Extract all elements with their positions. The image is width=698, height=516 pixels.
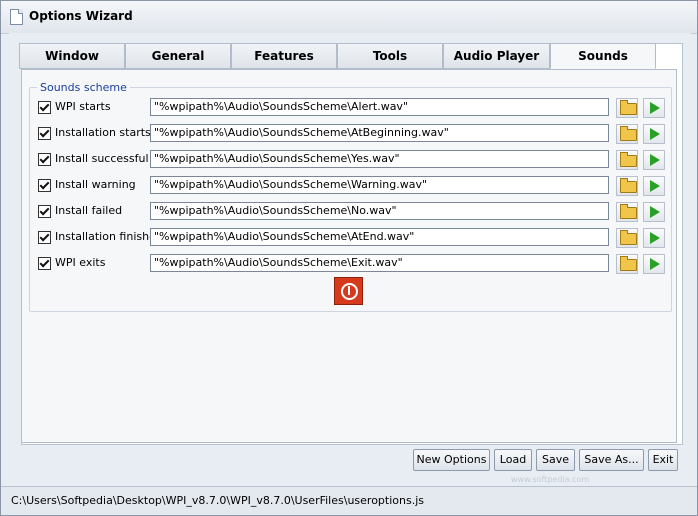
wpi-exits-label: WPI exits xyxy=(55,256,106,269)
installation-finished-label: Installation finished xyxy=(55,230,163,243)
softpedia-watermark: www.softpedia.com xyxy=(511,475,590,484)
window-title: Options Wizard xyxy=(29,9,133,23)
installation-starts-play-button[interactable] xyxy=(643,124,665,144)
wpi-starts-play-button[interactable] xyxy=(643,98,665,118)
status-file-path: C:\Users\Softpedia\Desktop\WPI_v8.7.0\WP… xyxy=(11,494,424,507)
tab-audio-player[interactable]: Audio Player xyxy=(443,43,550,69)
installation-starts-browse-button[interactable] xyxy=(616,124,638,144)
install-successful-label: Install successful xyxy=(55,152,149,165)
play-icon xyxy=(650,128,660,140)
installation-starts-checkbox[interactable] xyxy=(38,127,51,140)
installation-finished-checkbox[interactable] xyxy=(38,231,51,244)
install-warning-play-button[interactable] xyxy=(643,176,665,196)
install-successful-path-field[interactable]: "%wpipath%\Audio\SoundsScheme\Yes.wav" xyxy=(150,150,609,168)
installation-finished-play-button[interactable] xyxy=(643,228,665,248)
load-button[interactable]: Load xyxy=(494,449,532,471)
save-button[interactable]: Save xyxy=(536,449,575,471)
installation-starts-label: Installation starts xyxy=(55,126,151,139)
wpi-starts-path-field[interactable]: "%wpipath%\Audio\SoundsScheme\Alert.wav" xyxy=(150,98,609,116)
document-icon xyxy=(10,9,23,25)
title-bar: Options Wizard xyxy=(1,1,697,34)
status-bar: C:\Users\Softpedia\Desktop\WPI_v8.7.0\WP… xyxy=(1,486,697,515)
install-failed-play-button[interactable] xyxy=(643,202,665,222)
wpi-exits-browse-button[interactable] xyxy=(616,254,638,274)
play-icon xyxy=(650,232,660,244)
folder-icon xyxy=(620,256,637,271)
play-icon xyxy=(650,102,660,114)
install-warning-checkbox[interactable] xyxy=(38,179,51,192)
install-failed-path-field[interactable]: "%wpipath%\Audio\SoundsScheme\No.wav" xyxy=(150,202,609,220)
wpi-exits-path-field[interactable]: "%wpipath%\Audio\SoundsScheme\Exit.wav" xyxy=(150,254,609,272)
install-failed-label: Install failed xyxy=(55,204,123,217)
wpi-starts-label: WPI starts xyxy=(55,100,111,113)
exit-button[interactable]: Exit xyxy=(648,449,678,471)
stop-icon-bar xyxy=(348,286,350,295)
install-warning-label: Install warning xyxy=(55,178,136,191)
tab-tools[interactable]: Tools xyxy=(337,43,443,69)
tab-general[interactable]: General xyxy=(125,43,231,69)
new-options-button[interactable]: New Options xyxy=(413,449,490,471)
tab-features[interactable]: Features xyxy=(231,43,337,69)
tab-sounds[interactable]: Sounds xyxy=(550,43,656,69)
play-icon xyxy=(650,206,660,218)
stop-sound-button[interactable] xyxy=(334,277,363,305)
tab-window[interactable]: Window xyxy=(19,43,125,69)
install-successful-play-button[interactable] xyxy=(643,150,665,170)
folder-icon xyxy=(620,204,637,219)
installation-finished-browse-button[interactable] xyxy=(616,228,638,248)
installation-starts-path-field[interactable]: "%wpipath%\Audio\SoundsScheme\AtBeginnin… xyxy=(150,124,609,142)
install-warning-path-field[interactable]: "%wpipath%\Audio\SoundsScheme\Warning.wa… xyxy=(150,176,609,194)
save-as-button[interactable]: Save As... xyxy=(579,449,644,471)
wpi-exits-play-button[interactable] xyxy=(643,254,665,274)
installation-finished-path-field[interactable]: "%wpipath%\Audio\SoundsScheme\AtEnd.wav" xyxy=(150,228,609,246)
play-icon xyxy=(650,258,660,270)
sounds-scheme-label: Sounds scheme xyxy=(37,81,130,94)
install-successful-browse-button[interactable] xyxy=(616,150,638,170)
folder-icon xyxy=(620,100,637,115)
install-failed-browse-button[interactable] xyxy=(616,202,638,222)
folder-icon xyxy=(620,126,637,141)
play-icon xyxy=(650,180,660,192)
play-icon xyxy=(650,154,660,166)
folder-icon xyxy=(620,230,637,245)
folder-icon xyxy=(620,152,637,167)
tab-bar: Window General Features Tools Audio Play… xyxy=(19,43,663,69)
wpi-exits-checkbox[interactable] xyxy=(38,257,51,270)
options-wizard-window: Options Wizard Window General Features T… xyxy=(0,0,698,516)
install-successful-checkbox[interactable] xyxy=(38,153,51,166)
install-warning-browse-button[interactable] xyxy=(616,176,638,196)
wpi-starts-browse-button[interactable] xyxy=(616,98,638,118)
folder-icon xyxy=(620,178,637,193)
install-failed-checkbox[interactable] xyxy=(38,205,51,218)
wpi-starts-checkbox[interactable] xyxy=(38,101,51,114)
